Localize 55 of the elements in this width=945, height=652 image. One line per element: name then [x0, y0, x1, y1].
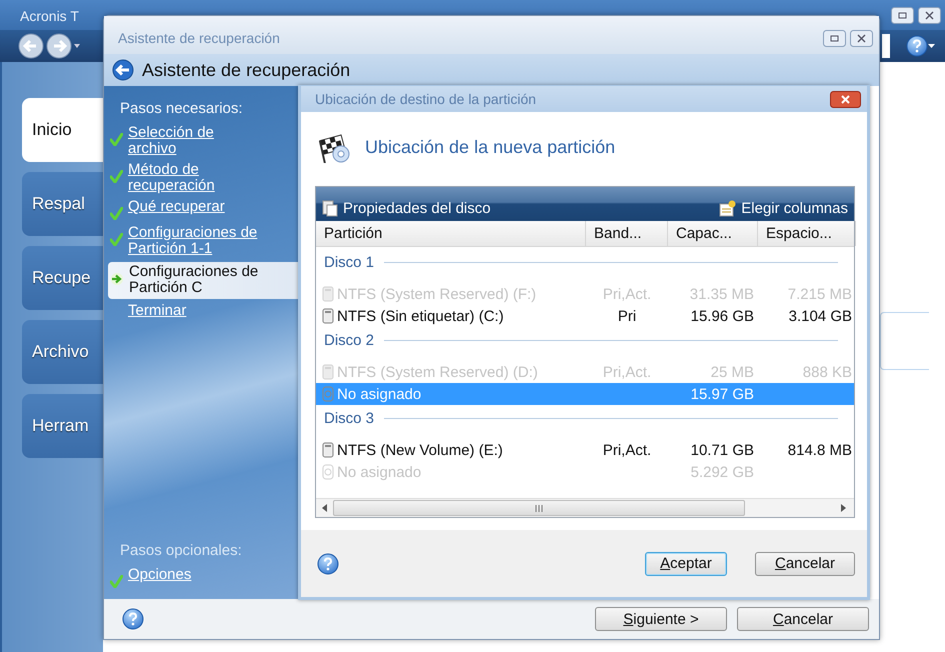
- column-header[interactable]: Partición: [316, 221, 586, 246]
- table-cell: 10.71 GB: [690, 442, 754, 458]
- cancel-button[interactable]: Cancelar: [737, 607, 869, 631]
- step-link[interactable]: Método de recuperación: [108, 160, 299, 197]
- cancel-button[interactable]: Cancelar: [755, 552, 855, 576]
- step-link[interactable]: Terminar: [108, 301, 299, 322]
- table-cell: 31.35 MB: [690, 286, 754, 302]
- table-cell: NTFS (New Volume) (E:): [337, 442, 503, 458]
- partition-row[interactable]: No asignado 15.97 GB: [316, 383, 854, 405]
- disk-label: Disco 3: [324, 410, 374, 426]
- table-cell: 15.96 GB: [690, 308, 754, 324]
- next-button[interactable]: Siguiente >: [595, 607, 727, 631]
- section-label: Pasos necesarios:: [119, 100, 244, 117]
- choose-columns-button[interactable]: Elegir columnas: [719, 200, 848, 217]
- disk-properties-button[interactable]: Propiedades del disco: [322, 200, 491, 217]
- nav-tab[interactable]: Inicio: [22, 98, 103, 162]
- nav-tab[interactable]: Herram: [22, 394, 103, 458]
- column-header[interactable]: Band...: [586, 221, 668, 246]
- table-cell: 814.8 MB: [788, 442, 852, 458]
- disk-label: Disco 2: [324, 332, 374, 348]
- dialog-title: Ubicación de destino de la partición: [315, 91, 538, 107]
- column-header[interactable]: Capac...: [668, 221, 758, 246]
- partition-row[interactable]: NTFS (Sin etiquetar) (C:) Pri 15.96 GB 3.104 GB: [316, 305, 854, 327]
- step-link[interactable]: Qué recuperar: [108, 197, 299, 223]
- table-cell: NTFS (System Reserved) (D:): [337, 364, 538, 380]
- disk-label: Disco 1: [324, 254, 374, 270]
- table-cell: 7.215 MB: [788, 286, 852, 302]
- step-link[interactable]: Selección de archivo: [108, 123, 299, 160]
- wizard-heading: Asistente de recuperación: [142, 60, 350, 80]
- section-label: Pasos opcionales:: [119, 542, 243, 559]
- table-cell: 5.292 GB: [690, 464, 754, 480]
- table-cell: 25 MB: [710, 364, 754, 380]
- nav-tab[interactable]: Recupe: [22, 246, 103, 310]
- table-cell: No asignado: [337, 464, 422, 480]
- table-cell: Pri,Act.: [602, 364, 652, 380]
- table-cell: 3.104 GB: [788, 308, 852, 324]
- step-link[interactable]: Opciones: [108, 565, 299, 591]
- table-cell: Pri: [618, 308, 636, 324]
- dialog-heading: Ubicación de la nueva partición: [365, 136, 616, 158]
- table-cell: Pri,Act.: [602, 286, 652, 302]
- column-header[interactable]: Espacio...: [758, 221, 856, 246]
- nav-tab[interactable]: Archivo: [22, 320, 103, 384]
- table-cell: No asignado: [337, 386, 422, 402]
- partition-row[interactable]: NTFS (New Volume) (E:) Pri,Act. 10.71 GB 814.8 MB: [316, 439, 854, 461]
- table-cell: 15.97 GB: [690, 386, 754, 402]
- nav-tab[interactable]: Respal: [22, 172, 103, 236]
- window-title: Acronis T: [20, 7, 80, 24]
- accept-button[interactable]: Aceptar: [645, 552, 727, 576]
- table-cell: Pri,Act.: [602, 442, 652, 458]
- current-step: Configuraciones de Partición C: [108, 262, 299, 299]
- table-cell: NTFS (Sin etiquetar) (C:): [337, 308, 504, 324]
- window-title: Asistente de recuperación: [118, 30, 281, 46]
- step-link[interactable]: Configuraciones de Partición 1-1: [108, 223, 299, 260]
- table-cell: 888 KB: [802, 364, 852, 380]
- table-cell: NTFS (System Reserved) (F:): [337, 286, 536, 302]
